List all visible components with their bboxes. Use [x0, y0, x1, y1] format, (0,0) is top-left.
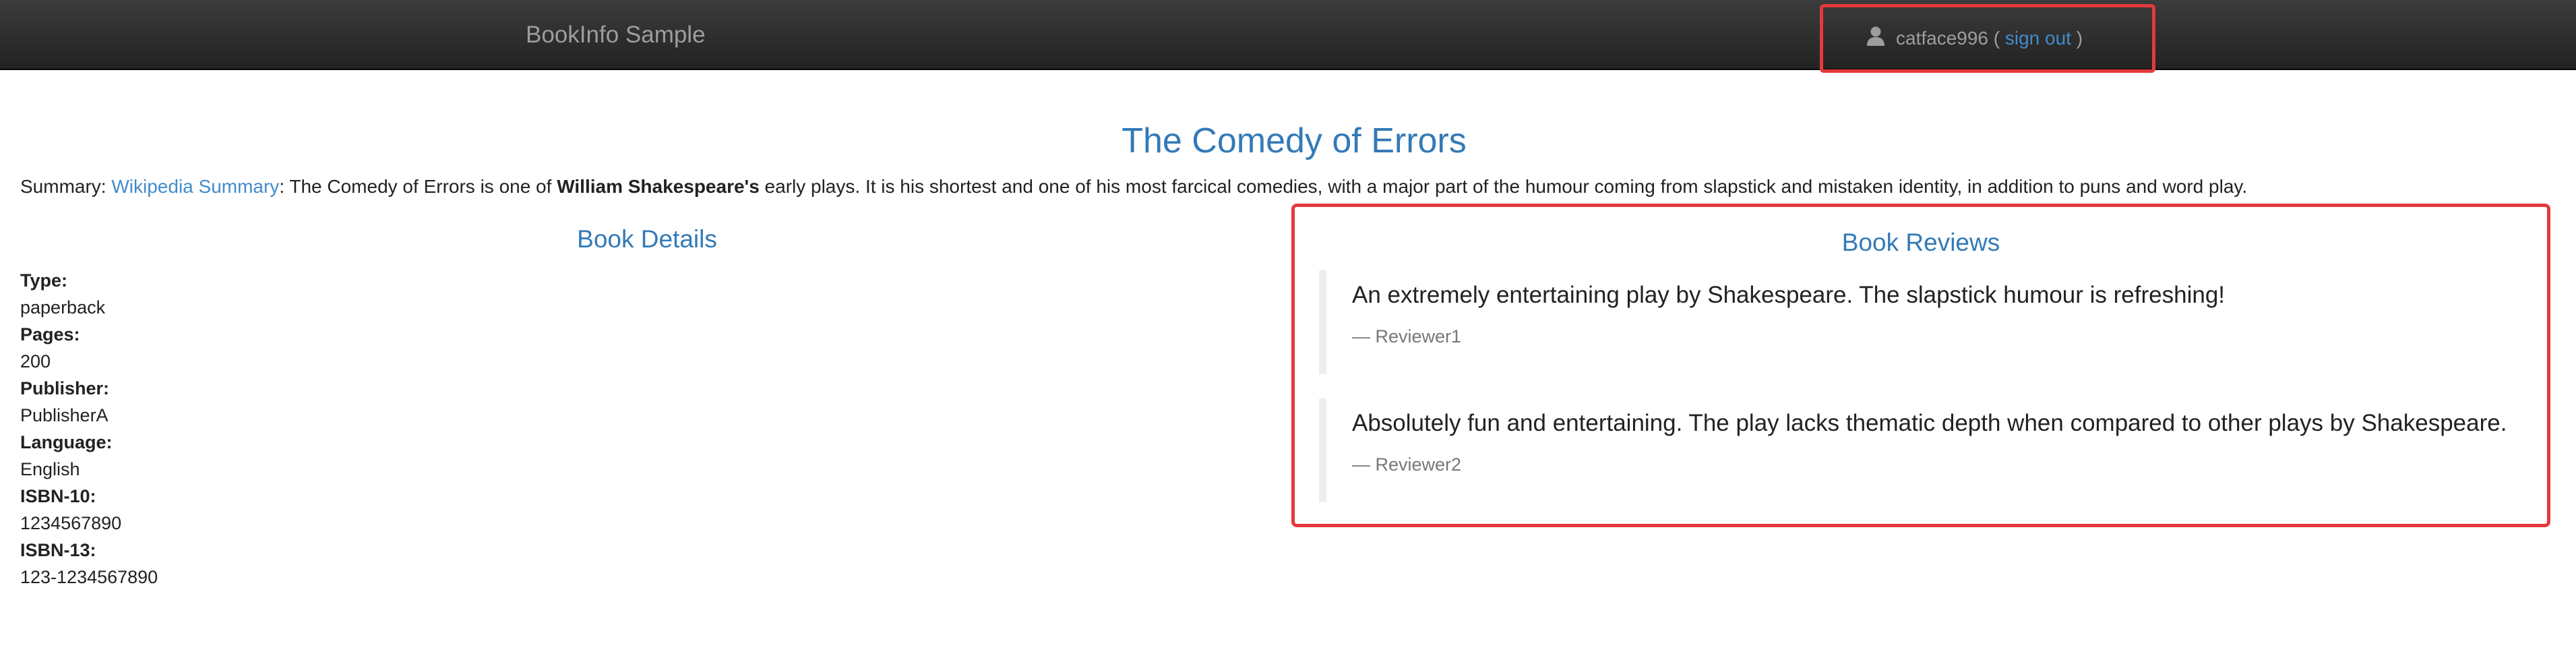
- detail-label-pages: Pages:: [20, 324, 80, 345]
- detail-label-language: Language:: [20, 432, 113, 452]
- book-reviews-panel: Book Reviews An extremely entertaining p…: [1291, 204, 2550, 527]
- user-icon: [1866, 26, 1885, 46]
- close-paren: ): [2071, 28, 2083, 49]
- book-details-heading: Book Details: [577, 225, 717, 253]
- open-paren: (: [1988, 28, 2005, 49]
- review-item: Absolutely fun and entertaining. The pla…: [1319, 398, 2539, 502]
- detail-value-isbn10: 1234567890: [20, 513, 122, 533]
- summary-text-1: : The Comedy of Errors is one of: [279, 176, 557, 197]
- navbar: BookInfo Sample catface996 ( sign out ): [0, 0, 2576, 73]
- review-author: — Reviewer1: [1352, 326, 1462, 347]
- review-text: An extremely entertaining play by Shakes…: [1352, 282, 2226, 308]
- user-area: catface996 ( sign out ): [1820, 4, 2155, 73]
- review-item: An extremely entertaining play by Shakes…: [1319, 270, 2539, 374]
- wikipedia-summary-link[interactable]: Wikipedia Summary: [111, 176, 279, 197]
- book-summary: Summary: Wikipedia Summary: The Comedy o…: [20, 173, 2247, 201]
- detail-label-publisher: Publisher:: [20, 378, 110, 398]
- book-title: The Comedy of Errors: [1122, 121, 1467, 160]
- detail-value-publisher: PublisherA: [20, 405, 109, 425]
- detail-value-language: English: [20, 459, 80, 479]
- summary-text-2: early plays. It is his shortest and one …: [759, 176, 2248, 197]
- book-details-list: Type: paperback Pages: 200 Publisher: Pu…: [20, 267, 158, 591]
- review-text: Absolutely fun and entertaining. The pla…: [1352, 410, 2507, 436]
- detail-label-type: Type:: [20, 270, 68, 291]
- detail-label-isbn10: ISBN-10:: [20, 486, 96, 506]
- user-info: catface996 ( sign out ): [1866, 25, 2083, 52]
- detail-value-pages: 200: [20, 351, 51, 371]
- detail-label-isbn13: ISBN-13:: [20, 540, 96, 560]
- review-author: — Reviewer2: [1352, 454, 1462, 475]
- book-reviews-heading: Book Reviews: [1841, 229, 2000, 256]
- sign-out-link[interactable]: sign out: [2005, 28, 2071, 49]
- summary-author-bold: William Shakespeare's: [557, 176, 760, 197]
- detail-value-isbn13: 123-1234567890: [20, 567, 158, 587]
- brand-link[interactable]: BookInfo Sample: [526, 20, 706, 50]
- detail-value-type: paperback: [20, 297, 106, 318]
- username: catface996: [1896, 28, 1988, 49]
- summary-prefix: Summary:: [20, 176, 112, 197]
